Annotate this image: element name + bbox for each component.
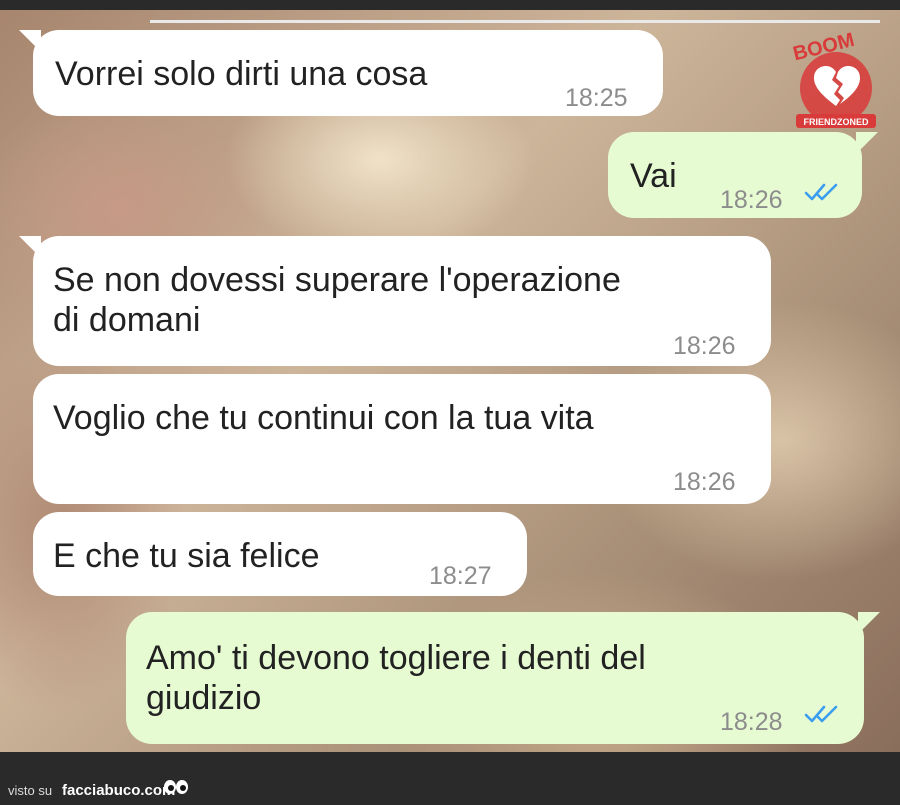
footer-bar: visto su facciabuco.com [0,752,900,805]
message-time: 18:28 [720,708,783,736]
bubble-tail [19,236,41,258]
bubble-tail [856,132,878,154]
chat-background: Vorrei solo dirti una cosa 18:25 Vai 18:… [0,10,900,752]
message-time: 18:26 [673,332,736,360]
message-text: E che tu sia felice [53,537,320,575]
message-bubble-outgoing[interactable]: Vai 18:26 [608,132,878,218]
bubble-tail [858,612,880,634]
broken-heart-icon: BOOM FRIENDZONED [791,29,876,128]
message-text: Vorrei solo dirti una cosa [55,55,428,93]
message-bubble-outgoing[interactable]: Amo' ti devono togliere i denti del giud… [126,612,880,744]
message-time: 18:25 [565,84,628,112]
watermark-subtitle: FRIENDZONED [804,117,870,127]
message-bubble-incoming[interactable]: Voglio che tu continui con la tua vita 1… [33,374,771,504]
message-bubble-incoming[interactable]: Se non dovessi superare l'operazione di … [19,236,771,366]
eyes-icon [164,780,188,794]
message-time: 18:26 [720,186,783,214]
message-text: Voglio che tu continui con la tua vita [53,399,594,437]
message-text: Amo' ti devono togliere i denti del giud… [146,639,646,717]
footer-label: visto su [8,783,53,798]
bubble-tail [19,30,41,52]
double-check-icon [804,705,838,723]
message-text: Se non dovessi superare l'operazione di … [53,261,621,339]
footer-site-link[interactable]: facciabuco.com [62,782,175,799]
top-divider [150,20,880,23]
message-bubble-incoming[interactable]: E che tu sia felice 18:27 [33,512,527,596]
message-time: 18:27 [429,562,492,590]
double-check-icon [804,183,838,201]
message-time: 18:26 [673,468,736,496]
message-bubble-incoming[interactable]: Vorrei solo dirti una cosa 18:25 [19,30,663,116]
message-text: Vai [630,157,677,195]
